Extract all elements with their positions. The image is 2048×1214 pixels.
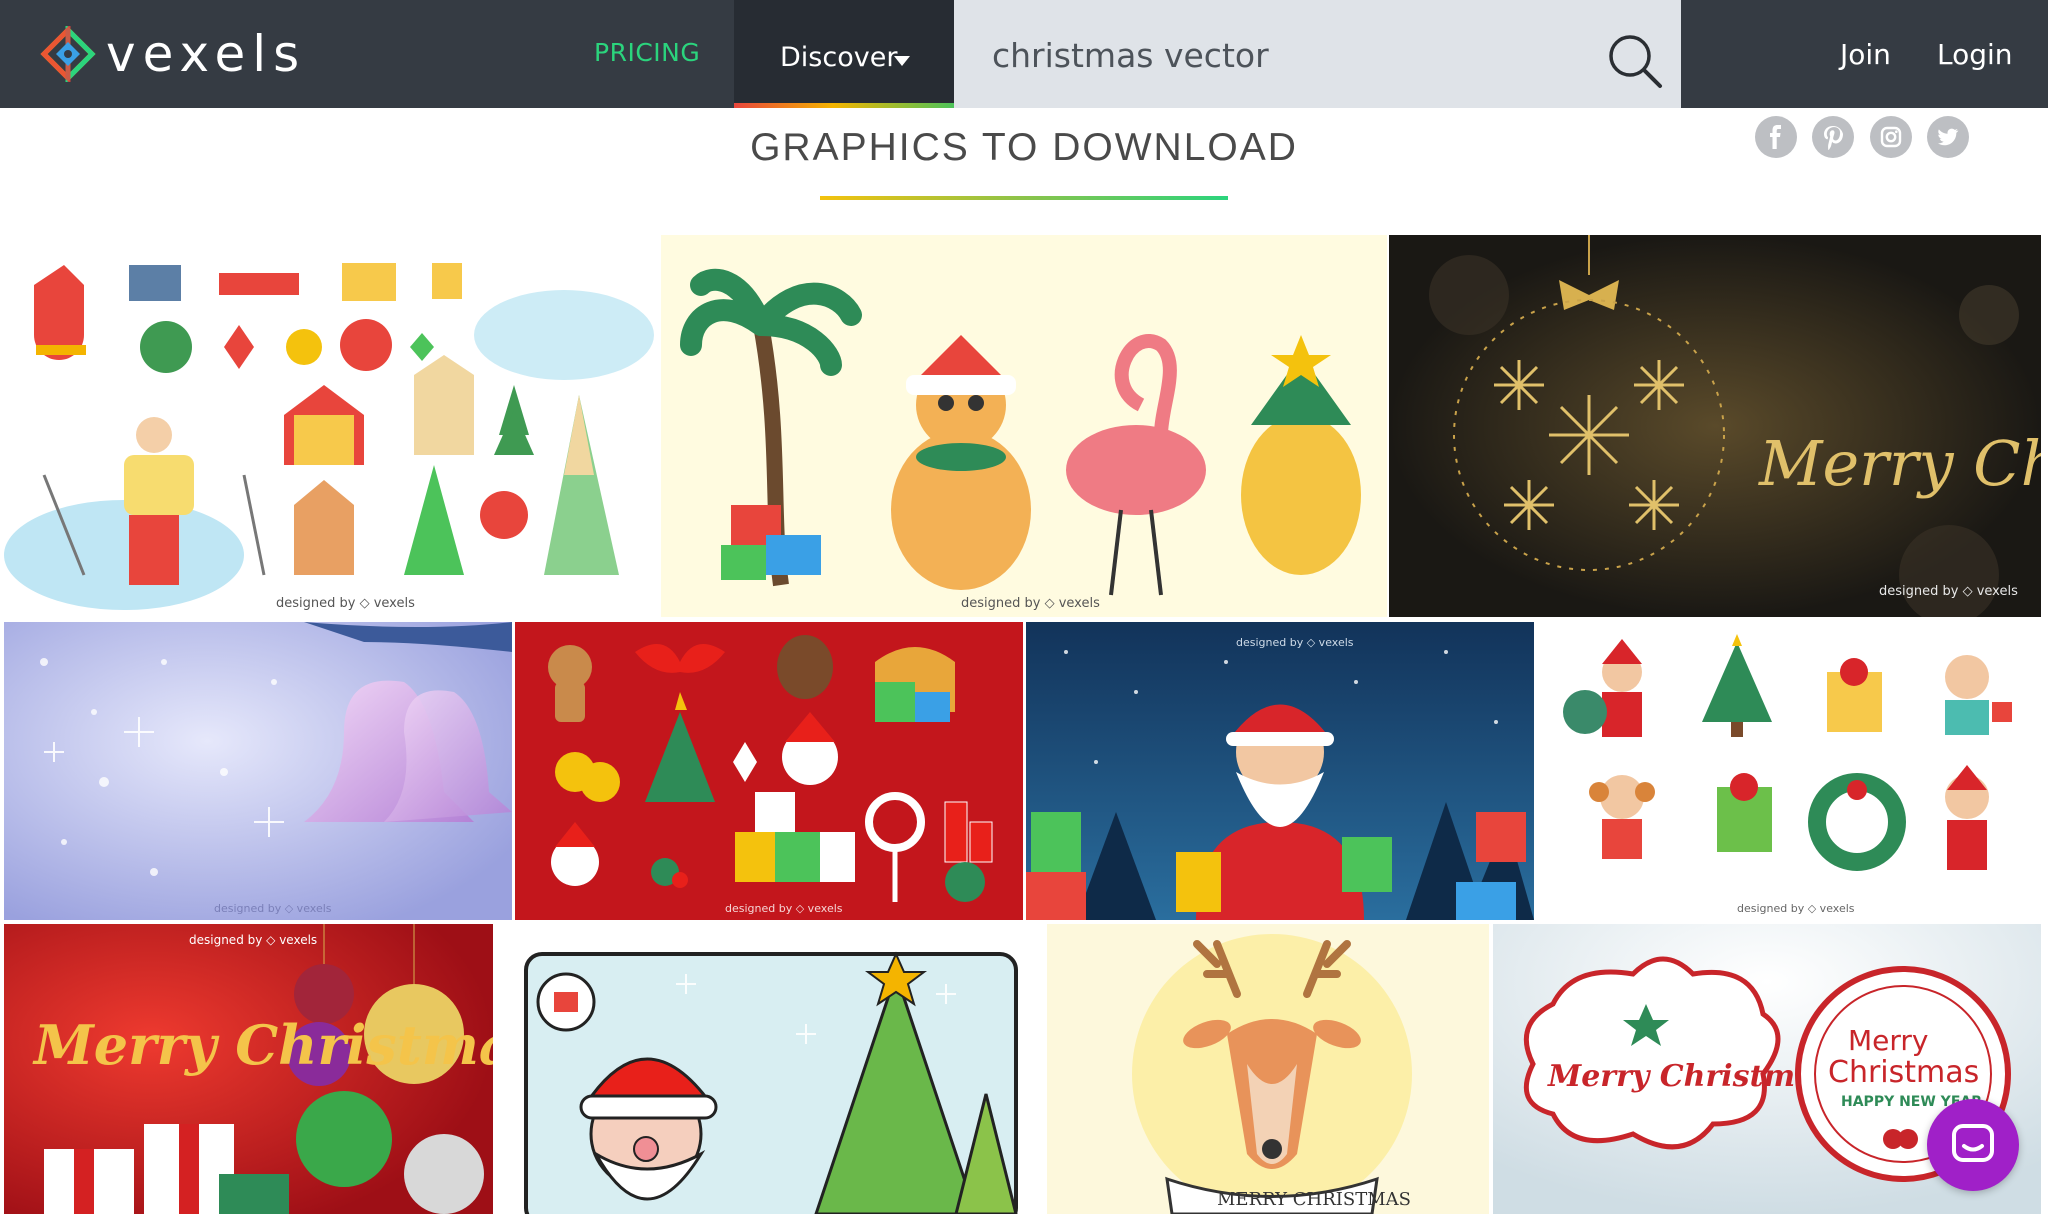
discover-menu-button[interactable]: Discover [734,0,954,108]
facebook-icon[interactable] [1755,116,1797,158]
tropical-christmas-illustration: designed by ◇ vexels [680,268,1361,611]
banner-text: MERRY CHRISTMAS [1217,1189,1411,1210]
graphic-tile-tropical-christmas[interactable]: designed by ◇ vexels [661,235,1387,617]
brand-name: vexels [106,25,307,83]
chat-launcher-button[interactable] [1927,1099,2019,1191]
discover-active-bar [734,103,954,108]
graphic-tile-bells[interactable]: designed by ◇ vexels [4,622,512,920]
tile-watermark: designed by ◇ vexels [189,933,317,947]
graphic-tile-santa-night[interactable]: designed by ◇ vexels [1026,622,1534,920]
tile-watermark: designed by ◇ vexels [214,902,332,915]
vexels-diamond-icon [40,26,96,82]
tile-watermark: designed by ◇ vexels [1236,636,1354,649]
tile-watermark: designed by ◇ vexels [276,596,415,611]
discover-label: Discover [780,42,898,73]
greeting-text: Merry Christmas [1758,427,2041,500]
christmas-characters-illustration: designed by ◇ vexels [1563,634,2012,915]
join-link[interactable]: Join [1840,38,1891,71]
pricing-link[interactable]: PRICING [594,38,700,67]
search-input[interactable] [990,28,1554,82]
search-bar [954,0,1681,108]
login-link[interactable]: Login [1937,38,2013,71]
headline-underline [820,196,1228,200]
graphic-tile-reindeer[interactable]: MERRY CHRISTMAS [1047,924,1489,1214]
tile-watermark: designed by ◇ vexels [1879,584,2018,599]
twitter-icon[interactable] [1927,116,1969,158]
red-christmas-elements-illustration: designed by ◇ vexels [515,622,1023,920]
instagram-icon[interactable] [1870,116,1912,158]
top-navbar: vexels PRICING Discover Join Login [0,0,2048,108]
tile-watermark: designed by ◇ vexels [1737,902,1855,915]
badge-left-text: Merry Christmas [1547,1059,1832,1094]
search-icon[interactable] [1604,30,1664,90]
santa-and-tree-illustration [524,951,1018,1214]
caret-down-icon [894,56,910,66]
tile-watermark: designed by ◇ vexels [961,596,1100,611]
graphic-tile-winter-elements[interactable]: designed by ◇ vexels [4,235,658,617]
bells-snowflakes-illustration: designed by ◇ vexels [4,622,512,920]
graphic-tile-red-christmas-elements[interactable]: designed by ◇ vexels [515,622,1023,920]
graphic-tile-christmas-characters[interactable]: designed by ◇ vexels [1537,622,2041,920]
badge-right-text1: Merry [1848,1024,1929,1057]
graphic-tile-merry-christmas-red[interactable]: Merry Christmas designed by ◇ vexels [4,924,493,1214]
vexels-logo[interactable]: vexels [40,26,306,82]
merry-christmas-baubles-illustration: Merry Christmas designed by ◇ vexels [4,924,493,1214]
tile-watermark: designed by ◇ vexels [725,902,843,915]
graphic-tile-gold-ornament[interactable]: Merry Christmas designed by ◇ vexels [1389,235,2041,617]
pinterest-icon[interactable] [1812,116,1854,158]
gold-snowflake-ornament-illustration: Merry Christmas designed by ◇ vexels [1389,235,2041,617]
greeting-text: Merry Christmas [32,1013,493,1077]
santa-night-illustration: designed by ◇ vexels [1026,622,1534,920]
graphic-tile-santa-tree[interactable] [496,924,1044,1214]
winter-elements-illustration: designed by ◇ vexels [4,263,654,611]
badge-right-text2: Christmas [1828,1055,1979,1090]
page-headline: GRAPHICS TO DOWNLOAD [750,126,1298,169]
chat-icon [1952,1124,1994,1162]
reindeer-illustration: MERRY CHRISTMAS [1132,934,1412,1214]
